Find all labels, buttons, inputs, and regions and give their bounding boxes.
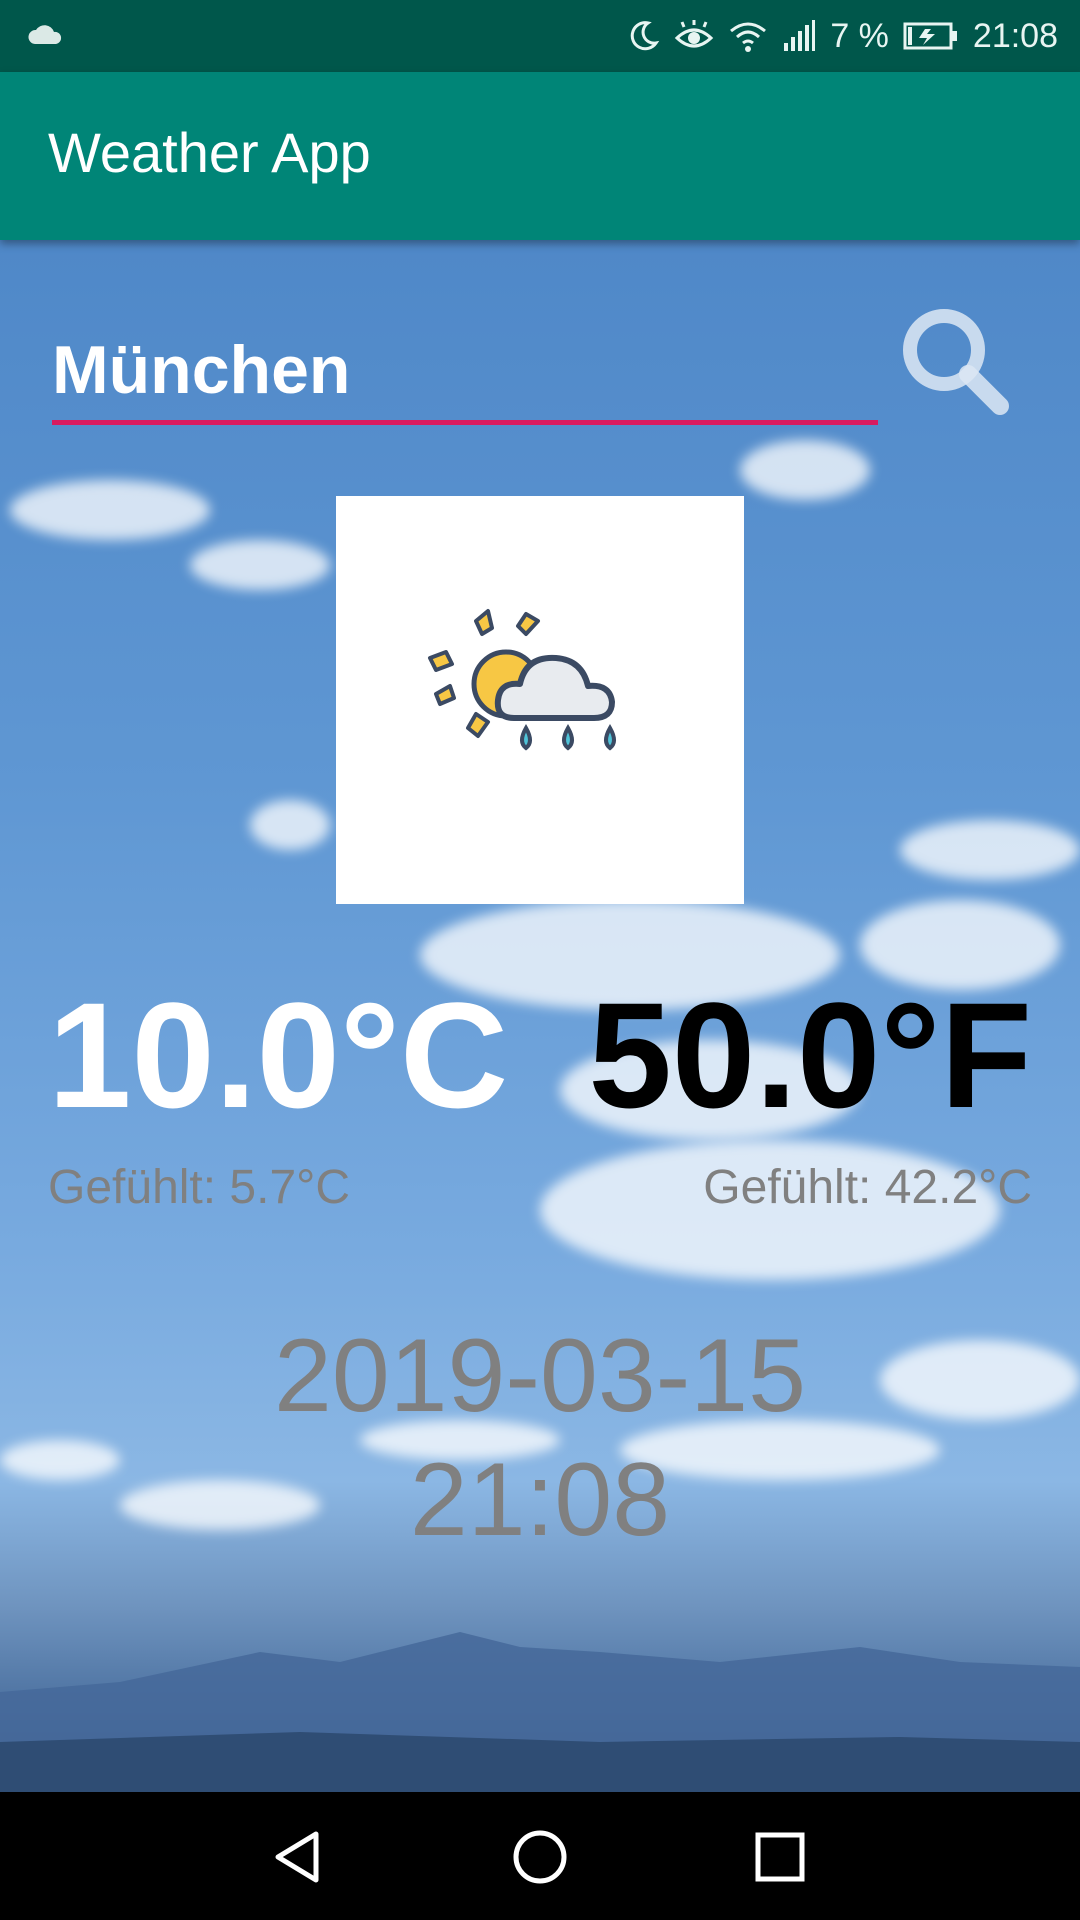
weather-time: 21:08 [409, 1442, 671, 1558]
home-button[interactable] [505, 1822, 575, 1892]
battery-charging-icon [903, 21, 959, 51]
search-icon [903, 309, 1009, 415]
back-button[interactable] [264, 1822, 334, 1892]
temperature-celsius: 10.0°C [48, 971, 509, 1139]
weather-content: 10.0°C 50.0°F Gefühlt: 5.7°C Gefühlt: 42… [0, 240, 1080, 1792]
app-title: Weather App [48, 121, 371, 184]
battery-text: 7 % [830, 16, 889, 55]
moon-icon [626, 19, 660, 53]
home-icon [513, 1830, 567, 1884]
recents-button[interactable] [745, 1822, 815, 1892]
feels-like-celsius: Gefühlt: 5.7°C [48, 1161, 351, 1214]
signal-icon [782, 19, 816, 53]
app-bar: Weather App [0, 72, 1080, 240]
eye-icon [674, 19, 714, 53]
weather-icon-tile [336, 496, 744, 904]
back-icon [275, 1831, 319, 1883]
temperature-fahrenheit: 50.0°F [588, 971, 1032, 1139]
feels-like-fahrenheit: Gefühlt: 42.2°C [703, 1161, 1032, 1214]
input-underline [52, 420, 878, 425]
weather-date: 2019-03-15 [274, 1318, 806, 1434]
recents-icon [755, 1832, 805, 1882]
search-button[interactable] [896, 302, 1016, 422]
navigation-bar [0, 1792, 1080, 1920]
status-time: 21:08 [972, 16, 1058, 55]
city-search-input[interactable] [52, 330, 878, 410]
cloud-notification-icon [26, 20, 64, 53]
sun-cloud-rain-icon [428, 609, 616, 751]
status-icons: 7 % 21:08 [626, 0, 1058, 72]
wifi-icon [728, 19, 768, 53]
status-bar: 7 % 21:08 [0, 0, 1080, 72]
